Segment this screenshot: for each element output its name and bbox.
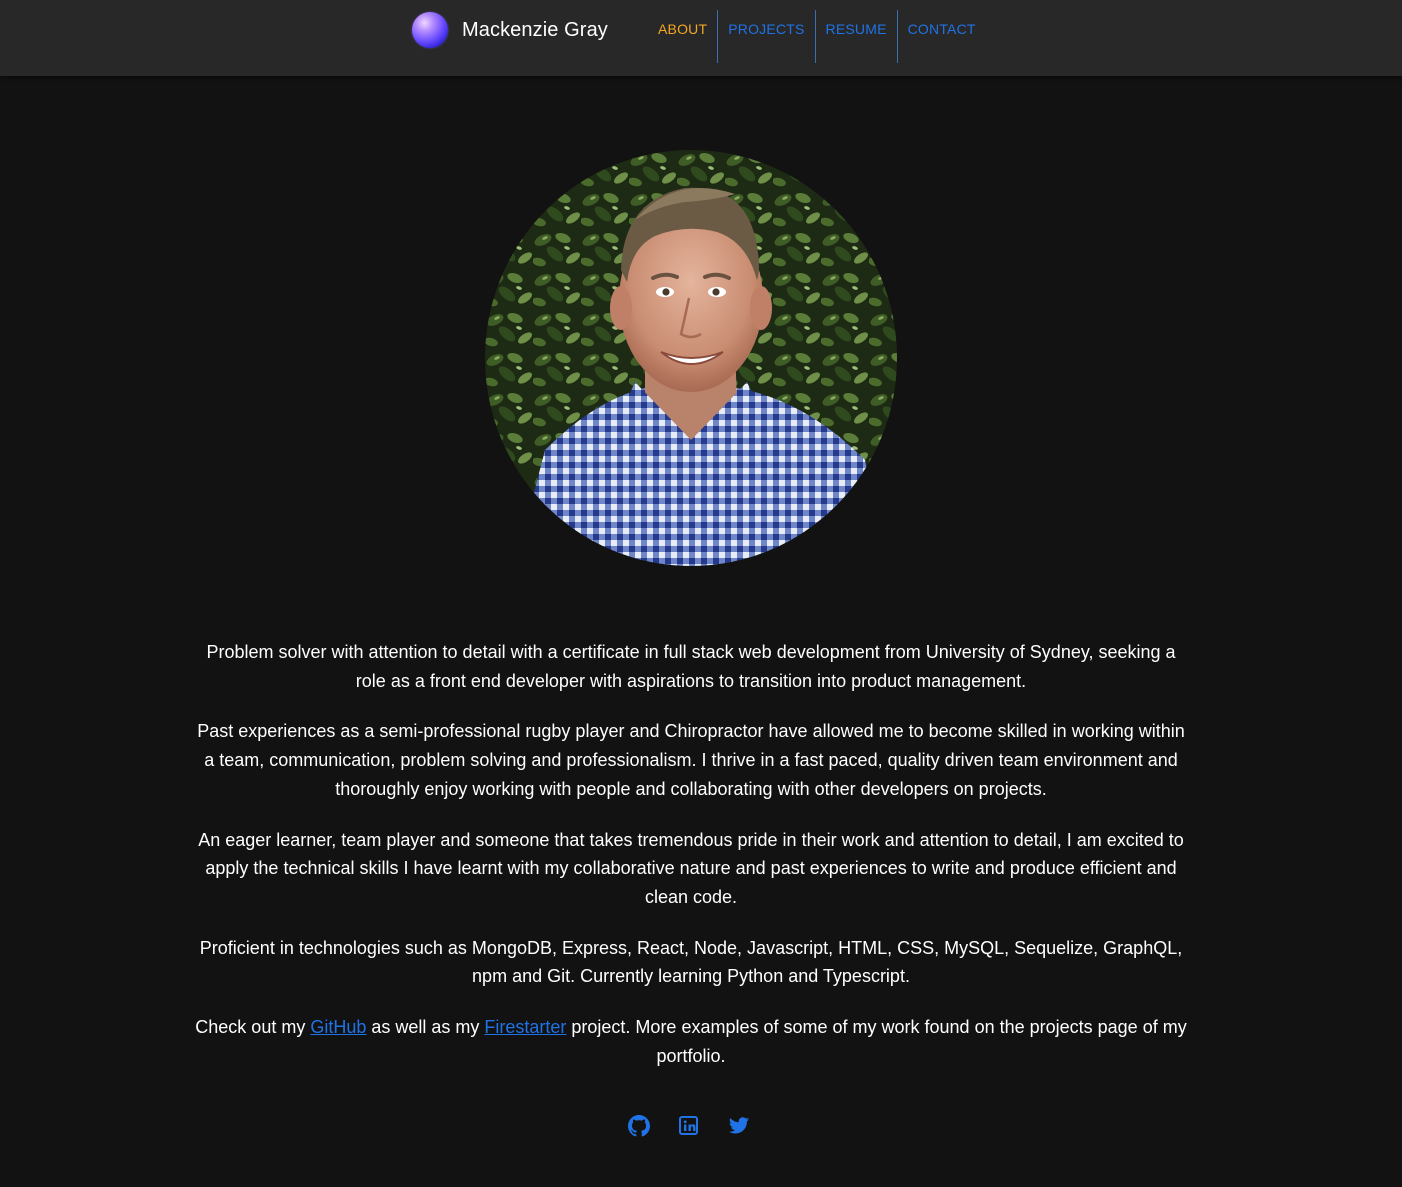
brand[interactable]: Mackenzie Gray bbox=[412, 12, 608, 48]
logo-orb-icon bbox=[412, 12, 448, 48]
firestarter-link[interactable]: Firestarter bbox=[484, 1017, 566, 1037]
linkedin-icon[interactable] bbox=[678, 1115, 700, 1137]
profile-photo bbox=[485, 150, 897, 566]
bio-links-text-middle: as well as my bbox=[366, 1017, 485, 1038]
bio-paragraph-experience: Past experiences as a semi-professional … bbox=[197, 721, 1185, 799]
twitter-icon[interactable] bbox=[728, 1115, 750, 1137]
profile-portrait-illustration bbox=[485, 150, 897, 566]
nav-about[interactable]: ABOUT bbox=[650, 10, 717, 63]
bio-paragraph-skills: Proficient in technologies such as Mongo… bbox=[199, 937, 1183, 987]
top-nav-bar: Mackenzie Gray ABOUT PROJECTS RESUME CON… bbox=[0, 0, 1402, 76]
brand-name: Mackenzie Gray bbox=[462, 18, 608, 41]
bio-links-text-start: Check out my bbox=[195, 1017, 311, 1038]
about-bio: Problem solver with attention to detail … bbox=[190, 638, 1192, 1092]
main-nav: ABOUT PROJECTS RESUME CONTACT bbox=[650, 10, 986, 63]
social-links bbox=[628, 1115, 750, 1137]
bio-paragraph-learner: An eager learner, team player and someon… bbox=[198, 829, 1184, 907]
bio-paragraph-links: Check out my GitHub as well as my Firest… bbox=[190, 1013, 1192, 1070]
nav-projects[interactable]: PROJECTS bbox=[718, 10, 814, 63]
github-link[interactable]: GitHub bbox=[310, 1017, 366, 1037]
nav-contact[interactable]: CONTACT bbox=[898, 10, 986, 63]
github-icon[interactable] bbox=[628, 1115, 650, 1137]
bio-paragraph-summary: Problem solver with attention to detail … bbox=[206, 642, 1176, 691]
nav-resume[interactable]: RESUME bbox=[816, 10, 897, 63]
bio-links-text-end: project. More examples of some of my wor… bbox=[566, 1017, 1187, 1066]
